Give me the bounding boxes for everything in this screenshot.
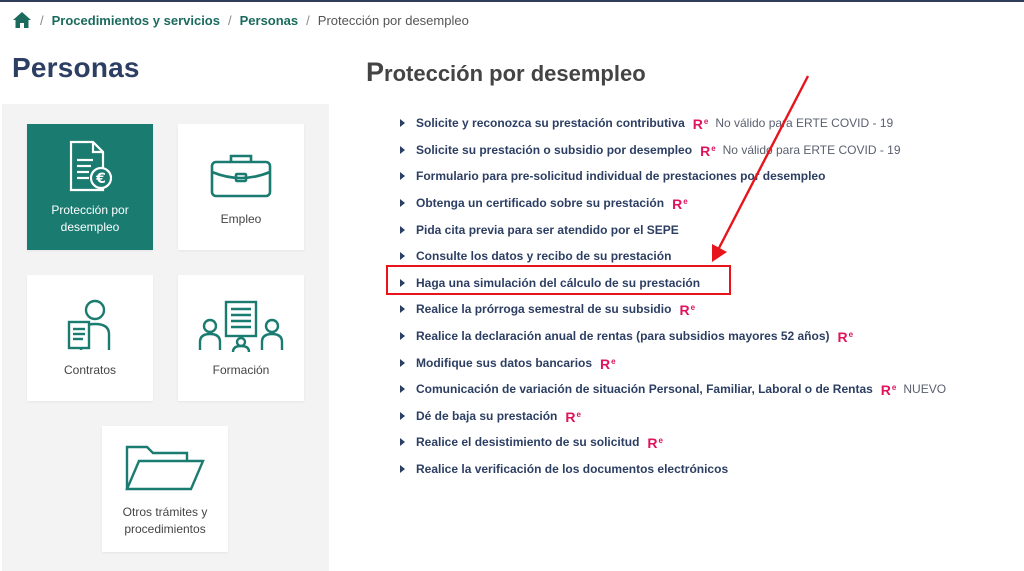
link-certificado[interactable]: Obtenga un certificado sobre su prestaci… (416, 196, 664, 210)
list-item: Obtenga un certificado sobre su prestaci… (400, 190, 946, 217)
document-euro-icon: € (67, 138, 113, 194)
link-baja-prestacion[interactable]: Dé de baja su prestación (416, 409, 557, 423)
tile-proteccion-desempleo[interactable]: € Protección por desempleo (27, 124, 153, 250)
folder-icon (125, 440, 205, 496)
tile-label: Formación (212, 362, 270, 377)
list-item: Pida cita previa para ser atendido por e… (400, 216, 946, 243)
link-datos-bancarios[interactable]: Modifique sus datos bancarios (416, 356, 592, 370)
caret-right-icon (400, 225, 405, 234)
svg-text:€: € (95, 171, 106, 187)
caret-right-icon (400, 145, 405, 154)
link-cita-previa[interactable]: Pida cita previa para ser atendido por e… (416, 223, 679, 237)
caret-right-icon (400, 411, 405, 420)
list-item: Realice la verificación de los documento… (400, 456, 946, 483)
re-badge-icon: Re (647, 435, 663, 452)
page-title: Protección por desempleo (366, 57, 646, 88)
caret-right-icon (400, 438, 405, 447)
re-badge-icon: Re (565, 408, 581, 425)
home-icon[interactable] (12, 11, 32, 29)
caret-right-icon (400, 119, 405, 128)
person-document-icon (65, 298, 115, 354)
re-badge-icon: Re (692, 116, 709, 133)
link-consulte-datos[interactable]: Consulte los datos y recibo de su presta… (416, 249, 671, 263)
breadcrumb-separator: / (227, 12, 232, 28)
caret-right-icon (400, 358, 405, 367)
tile-label: Contratos (63, 362, 117, 377)
caret-right-icon (400, 465, 405, 474)
training-icon (198, 298, 284, 354)
caret-right-icon (400, 172, 405, 181)
page-title-rest: rotección por desempleo (384, 61, 646, 86)
re-badge-icon: Re (837, 329, 854, 346)
new-badge: NUEVO (903, 382, 947, 397)
list-item: Realice la prórroga semestral de su subs… (400, 296, 946, 323)
re-badge-icon: Re (880, 382, 897, 399)
link-prorroga-semestral[interactable]: Realice la prórroga semestral de su subs… (416, 302, 671, 316)
caret-right-icon (400, 332, 405, 341)
list-item: Formulario para pre-solicitud individual… (400, 163, 946, 190)
list-item: Dé de baja su prestación Re (400, 403, 946, 430)
tile-label: Empleo (220, 211, 262, 226)
tile-formacion[interactable]: Formación (178, 275, 304, 401)
item-note: No válido para ERTE COVID - 19 (722, 142, 901, 157)
caret-right-icon (400, 199, 405, 208)
list-item: Modifique sus datos bancarios Re (400, 349, 946, 376)
tile-label: Otros trámites y procedimientos (122, 505, 208, 536)
category-panel: € Protección por desempleo Empleo Contra… (2, 104, 329, 571)
annotation-highlight-box (386, 265, 731, 295)
re-badge-icon: Re (679, 302, 696, 319)
procedure-list: Solicite y reconozca su prestación contr… (400, 110, 946, 482)
caret-right-icon (400, 252, 405, 261)
re-badge-icon: Re (672, 196, 688, 213)
list-item: Realice el desistimiento de su solicitud… (400, 429, 946, 456)
link-prestacion-subsidio[interactable]: Solicite su prestación o subsidio por de… (416, 143, 692, 157)
link-declaracion-rentas[interactable]: Realice la declaración anual de rentas (… (416, 329, 830, 343)
page-title-initial: P (366, 57, 385, 87)
link-desistimiento[interactable]: Realice el desistimiento de su solicitud (416, 435, 639, 449)
tile-empleo[interactable]: Empleo (178, 124, 304, 250)
breadcrumb: / Procedimientos y servicios / Personas … (12, 10, 469, 30)
link-prestacion-contributiva[interactable]: Solicite y reconozca su prestación contr… (416, 116, 685, 130)
breadcrumb-link-personas[interactable]: Personas (240, 13, 299, 28)
breadcrumb-current: Protección por desempleo (317, 12, 469, 28)
section-title: Personas (12, 52, 140, 83)
re-badge-icon: Re (700, 142, 716, 159)
top-border (0, 0, 1024, 2)
tile-label: Protección por desempleo (51, 203, 129, 234)
list-item: Solicite su prestación o subsidio por de… (400, 137, 946, 164)
tile-otros-tramites[interactable]: Otros trámites y procedimientos (102, 426, 228, 552)
breadcrumb-link-procedimientos[interactable]: Procedimientos y servicios (52, 13, 220, 28)
breadcrumb-separator: / (306, 12, 310, 28)
link-comunicacion-variacion[interactable]: Comunicación de variación de situación P… (416, 382, 873, 396)
tile-contratos[interactable]: Contratos (27, 275, 153, 401)
caret-right-icon (400, 305, 405, 314)
list-item: Solicite y reconozca su prestación contr… (400, 110, 946, 137)
breadcrumb-separator: / (40, 12, 44, 28)
link-verificacion-documentos[interactable]: Realice la verificación de los documento… (416, 462, 728, 476)
caret-right-icon (400, 385, 405, 394)
item-note: No válido para ERTE COVID - 19 (715, 116, 894, 131)
list-item: Comunicación de variación de situación P… (400, 376, 946, 403)
list-item: Realice la declaración anual de rentas (… (400, 323, 946, 350)
re-badge-icon: Re (600, 355, 616, 372)
briefcase-icon (209, 147, 273, 203)
link-formulario-presolicitud[interactable]: Formulario para pre-solicitud individual… (416, 169, 825, 183)
